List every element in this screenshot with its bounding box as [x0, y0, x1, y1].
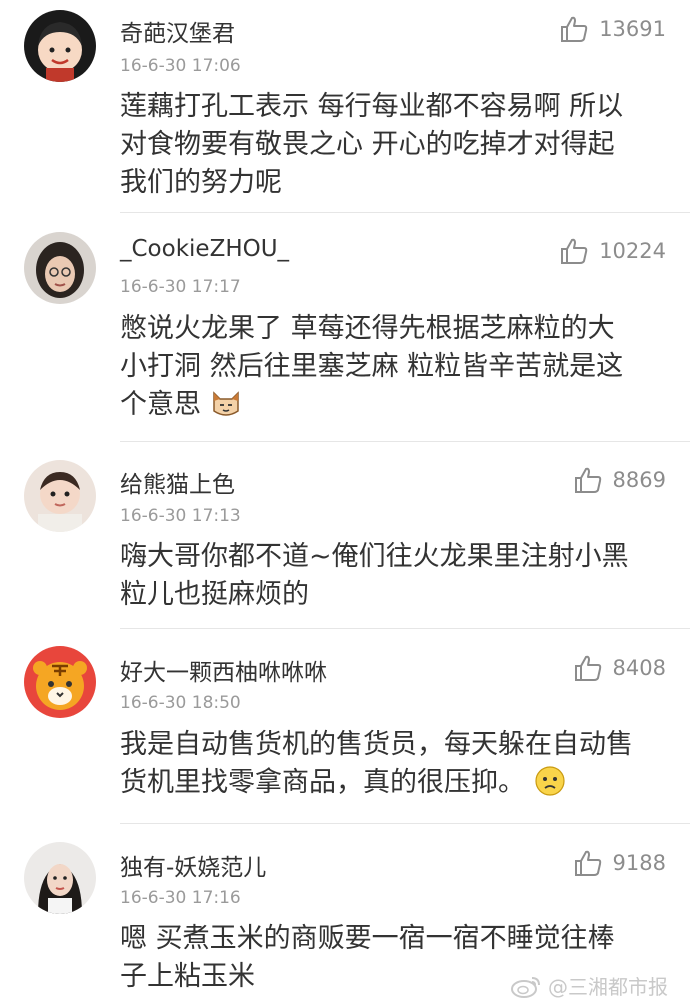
weibo-logo-icon [511, 976, 540, 998]
comment-text: 我是自动售货机的售货员，每天躲在自动售 货机里找零拿商品，真的很压抑。 [120, 726, 668, 802]
comment-line: 我是自动售货机的售货员，每天躲在自动售 [120, 729, 633, 760]
username[interactable]: 独有-妖娆范儿 [120, 848, 266, 882]
thumbs-up-icon [574, 467, 601, 493]
comment-text: 莲藕打孔工表示 每行每业都不容易啊 所以 对食物要有敬畏之心 开心的吃掉才对得起… [120, 88, 668, 202]
username[interactable]: 好大一颗西柚咻咻咻 [120, 653, 327, 687]
comment-line: 我们的努力呢 [120, 167, 282, 198]
woman-portrait-avatar-icon [24, 842, 96, 914]
timestamp: 16-6-30 18:50 [120, 693, 241, 713]
cartoon-boy-avatar-icon [24, 10, 96, 82]
baby-photo-avatar-icon [24, 460, 96, 532]
like-count: 13691 [599, 17, 666, 41]
divider [120, 212, 690, 213]
cat-emoji-icon [212, 391, 239, 416]
like-count: 8869 [612, 468, 666, 492]
username[interactable]: 奇葩汉堡君 [120, 14, 235, 48]
like-count: 9188 [612, 851, 666, 875]
comment-line: 个意思 [120, 389, 201, 420]
comment-line: 憋说火龙果了 草莓还得先根据芝麻粒的大 [120, 313, 615, 344]
comment-line: 小打洞 然后往里塞芝麻 粒粒皆辛苦就是这 [120, 351, 624, 382]
timestamp: 16-6-30 17:06 [120, 56, 241, 76]
timestamp: 16-6-30 17:17 [120, 277, 241, 297]
comment-line: 粒儿也挺麻烦的 [120, 579, 309, 610]
avatar[interactable] [24, 10, 96, 82]
comment-text: 憋说火龙果了 草莓还得先根据芝麻粒的大 小打洞 然后往里塞芝麻 粒粒皆辛苦就是这… [120, 310, 668, 424]
woman-glasses-avatar-icon [24, 232, 96, 304]
comment-line: 嗯 买煮玉米的商贩要一宿一宿不睡觉往棒 [120, 923, 615, 954]
timestamp: 16-6-30 17:13 [120, 506, 241, 526]
like-button[interactable]: 13691 [559, 14, 666, 44]
like-button[interactable]: 10224 [559, 236, 666, 266]
thumbs-up-icon [574, 850, 601, 876]
comment-line: 货机里找零拿商品，真的很压抑。 [120, 767, 525, 798]
comment-line-with-emoji: 个意思 [120, 386, 668, 424]
avatar[interactable] [24, 232, 96, 304]
comment-line: 嗨大哥你都不道~俺们往火龙果里注射小黑 [120, 541, 629, 572]
comment-line: 莲藕打孔工表示 每行每业都不容易啊 所以 [120, 91, 624, 122]
like-button[interactable]: 9188 [573, 848, 666, 878]
like-button[interactable]: 8408 [573, 653, 666, 683]
comment-text: 嗨大哥你都不道~俺们往火龙果里注射小黑 粒儿也挺麻烦的 [120, 538, 668, 614]
watermark: @三湘都市报 [510, 971, 668, 1000]
comment-line-with-emoji: 货机里找零拿商品，真的很压抑。 [120, 764, 668, 802]
username[interactable]: 给熊猫上色 [120, 465, 235, 499]
like-count: 8408 [612, 656, 666, 680]
thumbs-up-icon [561, 16, 588, 42]
avatar[interactable] [24, 842, 96, 914]
thumbs-up-icon [561, 238, 588, 264]
like-count: 10224 [599, 239, 666, 263]
like-button[interactable]: 8869 [573, 465, 666, 495]
divider [120, 823, 690, 824]
divider [120, 628, 690, 629]
avatar[interactable] [24, 646, 96, 718]
watermark-text: @三湘都市报 [548, 975, 668, 999]
thumbs-up-icon [574, 655, 601, 681]
username[interactable]: _CookieZHOU_ [120, 236, 289, 262]
tiger-avatar-icon [24, 646, 96, 718]
comment-line: 对食物要有敬畏之心 开心的吃掉才对得起 [120, 129, 615, 160]
timestamp: 16-6-30 17:16 [120, 888, 241, 908]
divider [120, 441, 690, 442]
avatar[interactable] [24, 460, 96, 532]
sad-face-emoji-icon [534, 766, 565, 796]
